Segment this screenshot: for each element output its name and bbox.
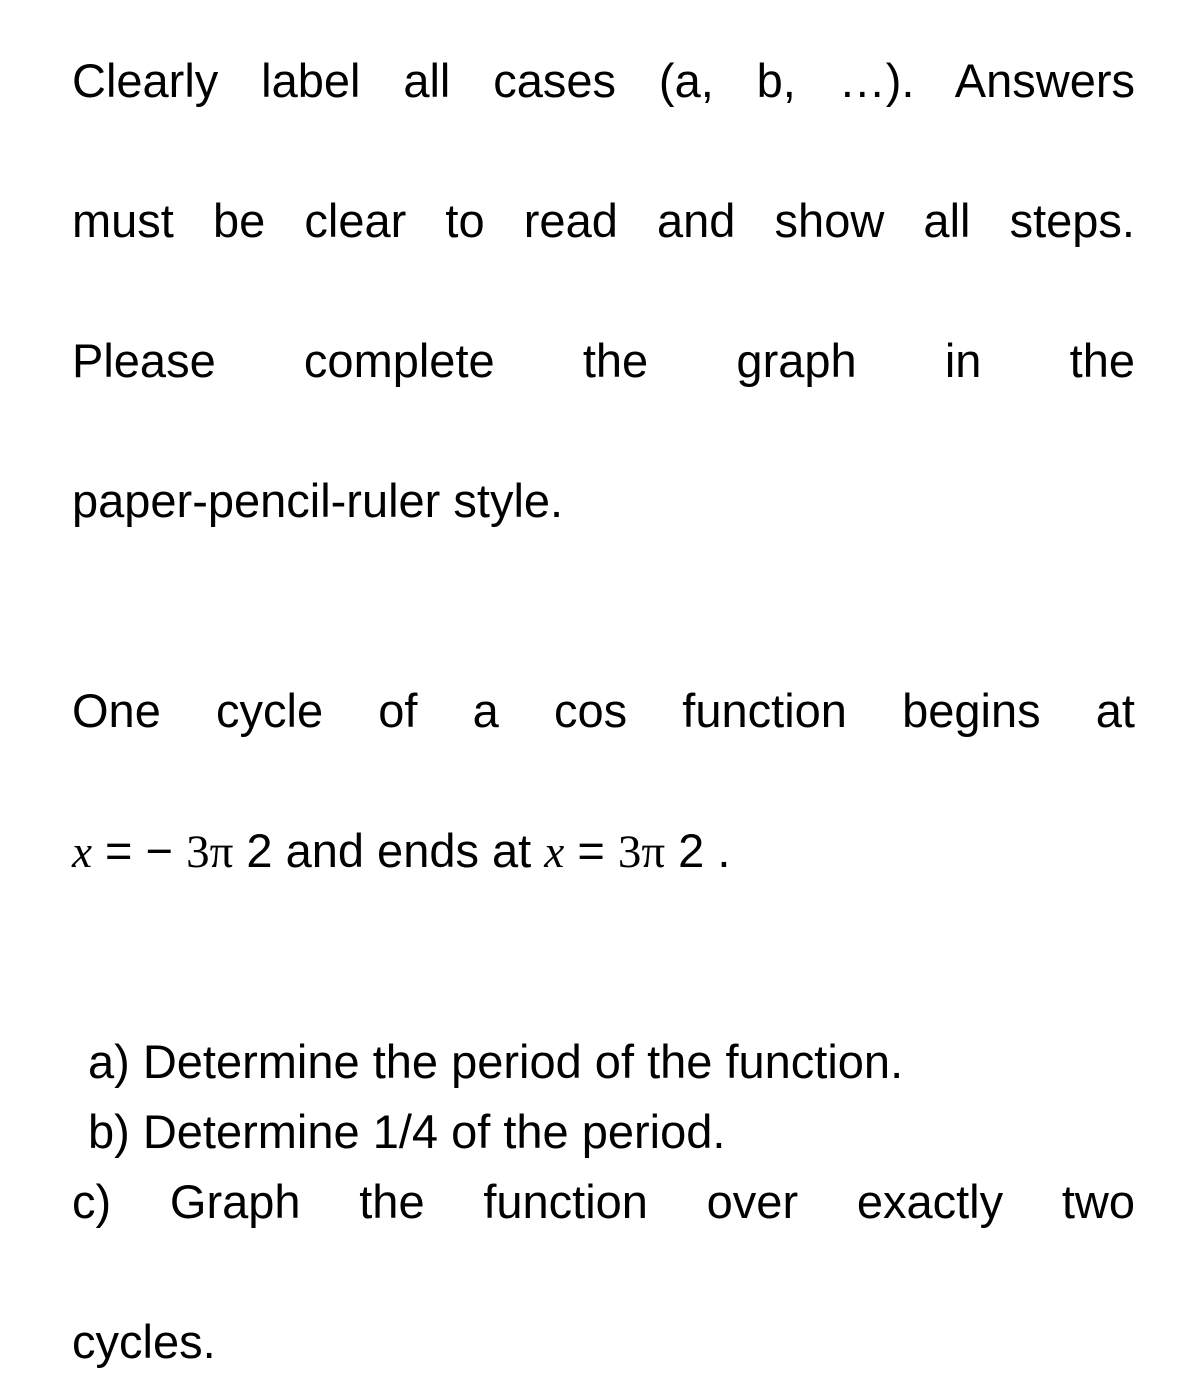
task-item-c-line-2: cycles. [72,1315,216,1368]
math-denominator-end: 2 [678,824,705,877]
problem-block: One cycle of a cos function begins at x … [72,676,1135,887]
spacer-instructions-problem [72,536,1135,676]
problem-line-1: One cycle of a cos function begins at [72,684,1135,737]
instructions-line-1: Clearly label all cases (a, b, …). Answe… [72,54,1135,107]
instructions-line-4: paper-pencil-ruler style. [72,474,564,527]
instructions-line-3: Please complete the graph in the [72,334,1135,387]
task-item-c-line-1: c) Graph the function over exactly two [72,1175,1135,1228]
math-equals-start: = [105,824,133,877]
task-item-a: a) Determine the period of the function. [88,1035,904,1088]
instructions-block: Clearly label all cases (a, b, …). Answe… [72,46,1135,536]
math-variable-x-start: x [72,827,92,877]
instructions-line-2: must be clear to read and show all steps… [72,194,1135,247]
spacer-problem-tasks [72,887,1135,1027]
task-item-b: b) Determine 1/4 of the period. [88,1105,726,1158]
math-variable-x-end: x [544,827,565,877]
question-content: Clearly label all cases (a, b, …). Answe… [72,46,1135,1377]
tasks-block: a) Determine the period of the function.… [72,1027,1135,1377]
math-equals-end: = [577,824,605,877]
math-connector-text: and ends at [285,824,532,877]
math-three-pi-start: 3π [186,826,234,878]
worksheet-page: Clearly label all cases (a, b, …). Answe… [0,0,1200,1368]
problem-math-line: x = − 3π 2 and ends at x = 3π 2 . [72,816,1135,887]
math-sentence-period: . [717,824,731,877]
math-denominator-start: 2 [246,824,273,877]
math-three-pi-end: 3π [617,826,666,878]
math-minus-sign: − [145,824,174,877]
